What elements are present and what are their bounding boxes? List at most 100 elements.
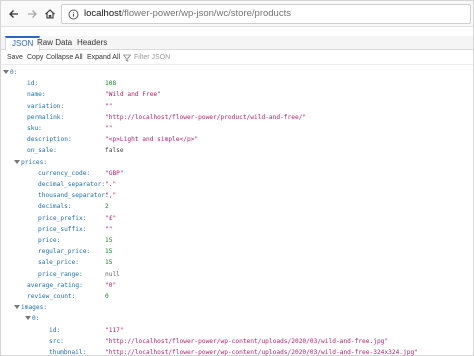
json-key: decimals: — [38, 203, 72, 211]
home-button[interactable] — [41, 5, 59, 23]
json-value: "Wild and Free" — [105, 91, 161, 99]
json-value: "," — [105, 192, 117, 200]
json-row: decimals: 2 — [1, 201, 473, 212]
expand-all-button[interactable]: Expand All — [87, 54, 120, 61]
json-key: on_sale: — [27, 147, 57, 155]
json-row: review_count: 0 — [1, 291, 473, 302]
json-row: price_prefix: "£" — [1, 213, 473, 224]
forward-button[interactable] — [23, 5, 41, 23]
back-button[interactable] — [5, 5, 23, 23]
json-value: "" — [105, 125, 113, 132]
json-row[interactable]: 0: — [1, 313, 473, 324]
json-row: id: 108 — [1, 78, 473, 89]
json-key: id: — [49, 326, 61, 334]
json-row: id: "117" — [1, 325, 473, 336]
json-row: name: "Wild and Free" — [1, 89, 473, 100]
json-row: on_sale: false — [1, 145, 473, 156]
json-key: average_rating: — [27, 281, 83, 289]
json-value: 0 — [105, 293, 109, 300]
json-key: src: — [49, 337, 64, 345]
json-value: "£" — [105, 214, 117, 222]
json-key: decimal_separator: — [38, 181, 106, 188]
json-key: prices: — [21, 158, 48, 166]
json-row: thousand_separator: "," — [1, 190, 473, 201]
collapse-all-button[interactable]: Collapse All — [46, 54, 83, 61]
json-value: "0" — [105, 281, 117, 289]
json-key: price_prefix: — [38, 214, 87, 222]
json-row: decimal_separator: "." — [1, 179, 473, 190]
expand-toggle-icon[interactable] — [25, 316, 31, 321]
json-key: sku: — [27, 125, 42, 132]
json-key: description: — [27, 136, 72, 144]
json-row: sale_price: 15 — [1, 257, 473, 268]
forward-arrow-icon — [28, 10, 37, 18]
home-icon — [45, 9, 55, 19]
filter-placeholder: Filter JSON — [134, 54, 171, 61]
json-value: "" — [105, 102, 113, 110]
json-key: 0: — [10, 69, 18, 76]
json-row: currency_code: "GBP" — [1, 168, 473, 179]
json-row: sku: "" — [1, 123, 473, 134]
json-row: src: "http://localhost/flower-power/wp-co… — [1, 336, 473, 347]
json-key: regular_price: — [38, 248, 91, 256]
json-key: price_suffix: — [38, 225, 87, 233]
json-value: 15 — [105, 248, 113, 256]
json-value: false — [105, 147, 124, 155]
address-bar[interactable]: localhost/flower-power/wp-json/wc/store/… — [61, 4, 471, 24]
viewer-actions: Save Copy Collapse All Expand All Filter… — [1, 53, 473, 65]
json-value: "GBP" — [105, 169, 124, 177]
json-key: price_range: — [38, 270, 83, 278]
json-value: 15 — [105, 259, 113, 267]
json-key: currency_code: — [38, 169, 91, 177]
json-key: thumbnail: — [49, 349, 87, 356]
json-value: 108 — [105, 80, 117, 88]
json-value: "http://localhost/flower-power/wp-conten… — [105, 349, 418, 356]
json-value: "117" — [105, 326, 124, 334]
json-value: "http://localhost/flower-power/product/w… — [105, 113, 307, 121]
url-host: localhost — [84, 8, 122, 19]
browser-toolbar: localhost/flower-power/wp-json/wc/store/… — [1, 1, 473, 27]
json-row[interactable]: prices: — [1, 157, 473, 168]
json-row: price: 15 — [1, 235, 473, 246]
json-key: id: — [27, 80, 39, 88]
json-row: description: "<p>Light and simple</p>" — [1, 134, 473, 145]
json-value: "<p>Light and simple</p>" — [105, 136, 199, 144]
browser-window: localhost/flower-power/wp-json/wc/store/… — [0, 0, 474, 356]
json-value: 15 — [105, 237, 113, 244]
json-value: 2 — [105, 203, 109, 211]
json-row: variation: "" — [1, 101, 473, 112]
json-value: "." — [105, 181, 117, 188]
json-key: review_count: — [27, 293, 76, 300]
json-row: average_rating: "0" — [1, 280, 473, 291]
json-row: price_suffix: "" — [1, 224, 473, 235]
json-row: price_range: null — [1, 269, 473, 280]
info-icon — [68, 9, 79, 20]
json-value: "" — [105, 225, 113, 233]
json-key: sale_price: — [38, 259, 79, 267]
json-key: variation: — [27, 102, 65, 110]
url-text: localhost/flower-power/wp-json/wc/store/… — [84, 8, 291, 19]
url-path: /flower-power/wp-json/wc/store/products — [121, 8, 291, 19]
json-key: thousand_separator: — [38, 192, 109, 200]
json-key: price: — [38, 237, 61, 244]
json-value: null — [105, 270, 120, 278]
tab-headers[interactable]: Headers — [71, 36, 113, 50]
viewer-tabs: JSON Raw Data Headers — [1, 36, 473, 51]
back-arrow-icon — [9, 10, 18, 18]
json-row[interactable]: images: — [1, 302, 473, 313]
expand-toggle-icon[interactable] — [3, 70, 9, 74]
json-row[interactable]: 0: — [1, 67, 473, 78]
json-row: permalink: "http://localhost/flower-power… — [1, 112, 473, 123]
json-key: images: — [21, 304, 48, 312]
json-row: regular_price: 15 — [1, 246, 473, 257]
save-button[interactable]: Save — [7, 54, 23, 61]
copy-button[interactable]: Copy — [27, 54, 43, 61]
json-key: 0: — [32, 315, 40, 323]
filter-input[interactable]: Filter JSON — [123, 53, 323, 64]
expand-toggle-icon[interactable] — [14, 305, 20, 310]
json-value: "http://localhost/flower-power/wp-conten… — [105, 337, 389, 345]
json-key: name: — [27, 91, 46, 99]
expand-toggle-icon[interactable] — [14, 159, 20, 164]
json-row: thumbnail: "http://localhost/flower-power… — [1, 347, 473, 356]
json-key: permalink: — [27, 113, 65, 121]
